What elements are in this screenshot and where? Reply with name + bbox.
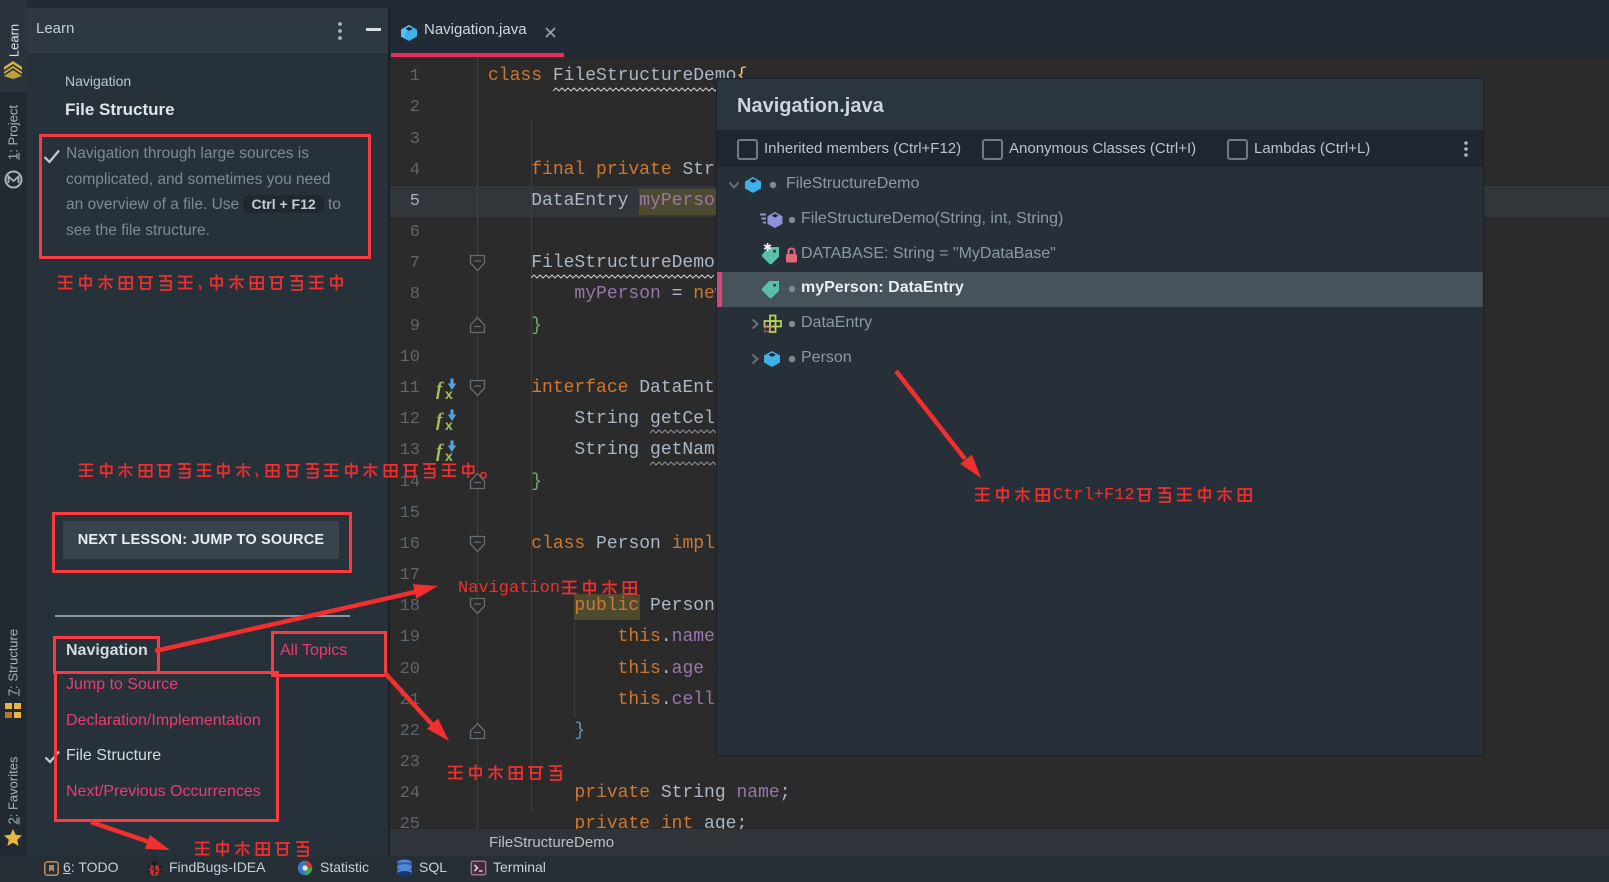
svg-text:f: f [436, 379, 444, 400]
svg-text:f: f [436, 441, 444, 462]
svg-text:f: f [436, 410, 444, 431]
